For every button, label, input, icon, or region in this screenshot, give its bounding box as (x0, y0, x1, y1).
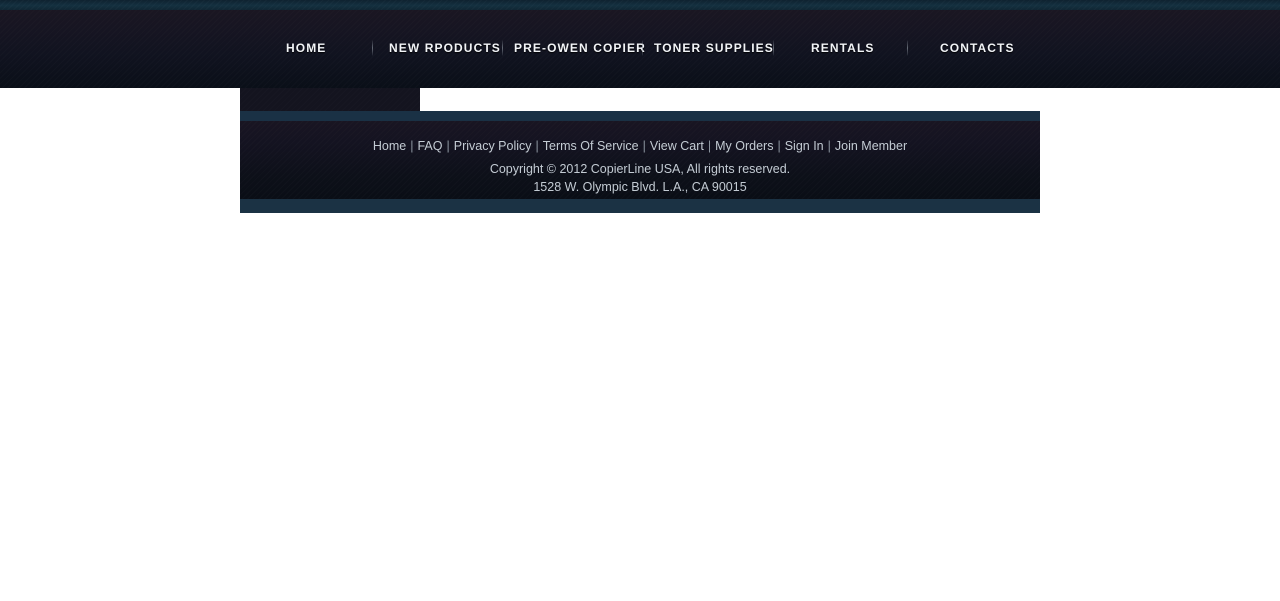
nav-item-new-rpoducts[interactable]: NEW RPODUCTS (389, 41, 501, 55)
footer-copyright: Copyright © 2012 CopierLine USA, All rig… (489, 162, 791, 176)
nav-item-rentals[interactable]: RENTALS (811, 41, 874, 55)
footer-address: 1528 W. Olympic Blvd. L.A., CA 90015 (533, 180, 747, 194)
main-content-area (420, 88, 1040, 111)
main-navigation-bar: HOME NEW RPODUCTS PRE-OWEN COPIER TONER SUP… (0, 10, 1280, 88)
footer-content: Home | FAQ | Privacy Policy | Terms Of Service… (240, 121, 1040, 199)
footer-link-terms-of-service[interactable]: Terms Of Service (543, 139, 639, 153)
footer-link-list: Home | FAQ | Privacy Policy | Terms Of Service… (240, 121, 1040, 158)
nav-item-home[interactable]: HOME (286, 41, 326, 55)
nav-item-contacts[interactable]: CONTACTS (940, 41, 1015, 55)
footer-link-home[interactable]: Home (373, 139, 406, 153)
footer-link-view-cart[interactable]: View Cart (650, 139, 704, 153)
sidebar-panel (240, 88, 420, 111)
footer-link-divider: | (642, 139, 646, 153)
footer-link-sign-in[interactable]: Sign In (785, 139, 824, 153)
nav-separator-3 (642, 40, 643, 56)
nav-separator-1 (372, 40, 373, 56)
nav-separator-5 (907, 40, 908, 56)
nav-list: HOME NEW RPODUCTS PRE-OWEN COPIER TONER SUP… (0, 10, 1280, 88)
footer-link-join-member[interactable]: Join Member (835, 139, 907, 153)
footer-link-divider: | (446, 139, 450, 153)
footer-link-divider: | (707, 139, 712, 153)
footer-link-divider: | (535, 139, 539, 153)
footer-link-faq[interactable]: FAQ (417, 139, 442, 153)
footer-top-rule (240, 111, 1040, 121)
nav-item-pre-owen-copier[interactable]: PRE-OWEN COPIER (514, 41, 646, 55)
footer-link-my-orders[interactable]: My Orders (715, 139, 773, 153)
nav-separator-2 (502, 40, 503, 56)
site-footer: Home | FAQ | Privacy Policy | Terms Of Service… (240, 111, 1040, 213)
footer-bottom-rule (240, 199, 1040, 213)
footer-link-divider: | (777, 139, 781, 153)
footer-link-privacy-policy[interactable]: Privacy Policy (454, 139, 532, 153)
nav-item-toner-supplies[interactable]: TONER SUPPLIES (654, 41, 774, 55)
footer-link-divider: | (827, 139, 831, 153)
nav-separator-4 (773, 40, 774, 56)
footer-link-divider: | (410, 139, 414, 153)
top-accent-strip (0, 0, 1280, 10)
